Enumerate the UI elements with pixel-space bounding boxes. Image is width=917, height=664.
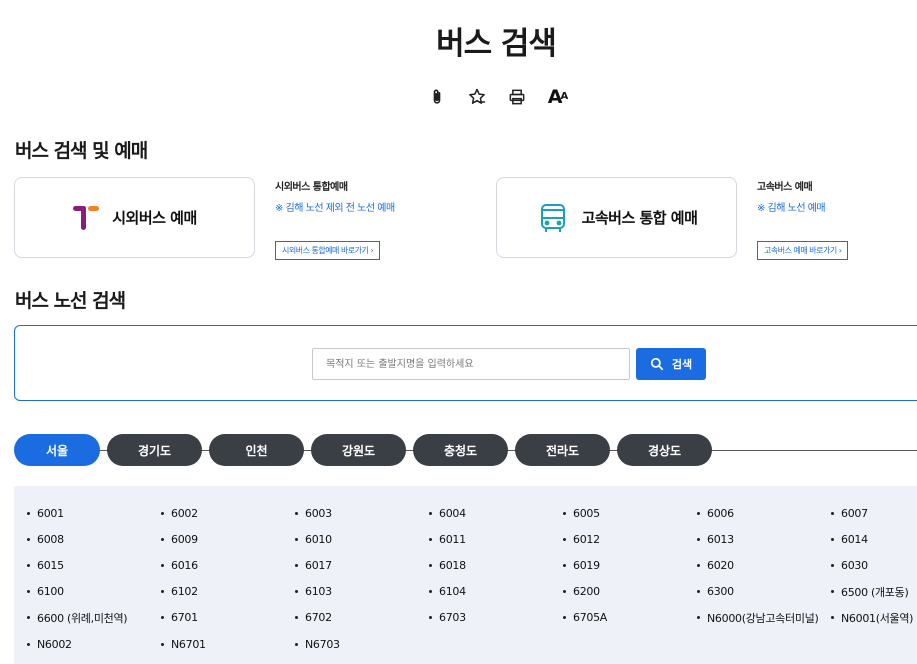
express-info: 고속버스 예매 ※ 김해 노선 예매 고속버스 예매 바로가기 ›: [757, 178, 849, 260]
route-item[interactable]: 6003: [295, 500, 429, 526]
route-search-input[interactable]: [312, 348, 630, 380]
route-item[interactable]: 6104: [429, 579, 563, 605]
express-info-title: 고속버스 예매: [757, 182, 813, 193]
route-item[interactable]: N6000(강남고속터미널): [697, 605, 831, 631]
route-item[interactable]: 6103: [295, 579, 429, 605]
intercity-card-label: 시외버스 예매: [112, 209, 197, 227]
star-icon[interactable]: [465, 85, 489, 109]
express-reservation-card[interactable]: 고속버스 통합 예매: [496, 177, 737, 258]
route-item[interactable]: 6005: [563, 500, 697, 526]
route-search-section-title: 버스 노선 검색: [15, 290, 126, 312]
route-list-panel: 6001 6002 6003 6004 6005 6006 6007 6008 6009 6010…: [14, 486, 917, 664]
intercity-info-title: 시외버스 통합예매: [275, 182, 348, 193]
route-item[interactable]: 6010: [295, 526, 429, 552]
route-item[interactable]: 6006: [697, 500, 831, 526]
route-item[interactable]: 6702: [295, 605, 429, 631]
region-tab[interactable]: 충청도: [413, 434, 508, 466]
route-item[interactable]: 6018: [429, 552, 563, 578]
region-tabs: 서울 경기도 인천 강원도 충청도 전라도 경상도: [14, 434, 712, 466]
region-tab[interactable]: 인천: [209, 434, 304, 466]
reservation-section-title: 버스 검색 및 예매: [15, 140, 148, 162]
route-item[interactable]: N6002: [27, 631, 161, 657]
route-item[interactable]: 6015: [27, 552, 161, 578]
font-size-icon[interactable]: AA: [545, 85, 569, 109]
route-item[interactable]: 6030: [831, 552, 917, 578]
route-item[interactable]: 6011: [429, 526, 563, 552]
print-icon[interactable]: [505, 85, 529, 109]
route-item[interactable]: 6500 (개포동): [831, 579, 917, 605]
route-item[interactable]: 6009: [161, 526, 295, 552]
intercity-reservation-card[interactable]: 시외버스 예매: [14, 177, 255, 258]
express-shortcut-link[interactable]: 고속버스 예매 바로가기 ›: [757, 241, 849, 260]
region-tab[interactable]: 서울: [14, 434, 100, 466]
route-item[interactable]: 6020: [697, 552, 831, 578]
chevron-right-icon: ›: [838, 246, 842, 255]
font-size-large-glyph: A: [547, 85, 563, 108]
intercity-shortcut-link[interactable]: 시외버스 통합예매 바로가기 ›: [275, 241, 381, 260]
route-item[interactable]: 6016: [161, 552, 295, 578]
route-item[interactable]: 6200: [563, 579, 697, 605]
chevron-right-icon: ›: [370, 246, 374, 255]
route-item[interactable]: 6102: [161, 579, 295, 605]
route-item[interactable]: 6300: [697, 579, 831, 605]
route-item[interactable]: 6012: [563, 526, 697, 552]
route-item[interactable]: 6705A: [563, 605, 697, 631]
tmoney-logo-icon: [73, 205, 100, 230]
search-icon: [650, 357, 663, 371]
route-item[interactable]: N6701: [161, 631, 295, 657]
region-tab[interactable]: 전라도: [515, 434, 610, 466]
express-shortcut-label: 고속버스 예매 바로가기: [764, 246, 837, 255]
intercity-info-note: ※ 김해 노선 제외 전 노선 예매: [275, 203, 395, 214]
route-item[interactable]: N6703: [295, 631, 429, 657]
font-size-small-glyph: A: [560, 91, 568, 102]
page-title: 버스 검색: [436, 26, 557, 62]
route-item[interactable]: 6013: [697, 526, 831, 552]
route-item[interactable]: 6002: [161, 500, 295, 526]
route-item[interactable]: 6600 (위례,미천역): [27, 605, 161, 631]
bus-icon: [540, 203, 565, 232]
intercity-info: 시외버스 통합예매 ※ 김해 노선 제외 전 노선 예매 시외버스 통합예매 바…: [275, 178, 395, 260]
page-toolbar: AA: [425, 85, 569, 109]
route-search-button[interactable]: 검색: [636, 348, 706, 380]
route-item[interactable]: 6001: [27, 500, 161, 526]
express-card-label: 고속버스 통합 예매: [581, 209, 698, 227]
route-item[interactable]: 6004: [429, 500, 563, 526]
route-item[interactable]: 6017: [295, 552, 429, 578]
route-item[interactable]: 6007: [831, 500, 917, 526]
route-item[interactable]: 6701: [161, 605, 295, 631]
region-tab[interactable]: 경상도: [617, 434, 712, 466]
route-list: 6001 6002 6003 6004 6005 6006 6007 6008 6009 6010…: [27, 500, 917, 657]
region-tab[interactable]: 경기도: [107, 434, 202, 466]
route-search-button-label: 검색: [671, 358, 693, 371]
route-item[interactable]: 6008: [27, 526, 161, 552]
route-search-box: 검색: [14, 325, 917, 401]
route-item[interactable]: 6019: [563, 552, 697, 578]
route-item[interactable]: 6703: [429, 605, 563, 631]
region-tab[interactable]: 강원도: [311, 434, 406, 466]
route-item[interactable]: 6014: [831, 526, 917, 552]
route-item[interactable]: N6001(서울역): [831, 605, 917, 631]
intercity-shortcut-label: 시외버스 통합예매 바로가기: [282, 246, 369, 255]
express-info-note: ※ 김해 노선 예매: [757, 203, 826, 214]
route-item[interactable]: 6100: [27, 579, 161, 605]
clip-icon[interactable]: [425, 85, 449, 109]
